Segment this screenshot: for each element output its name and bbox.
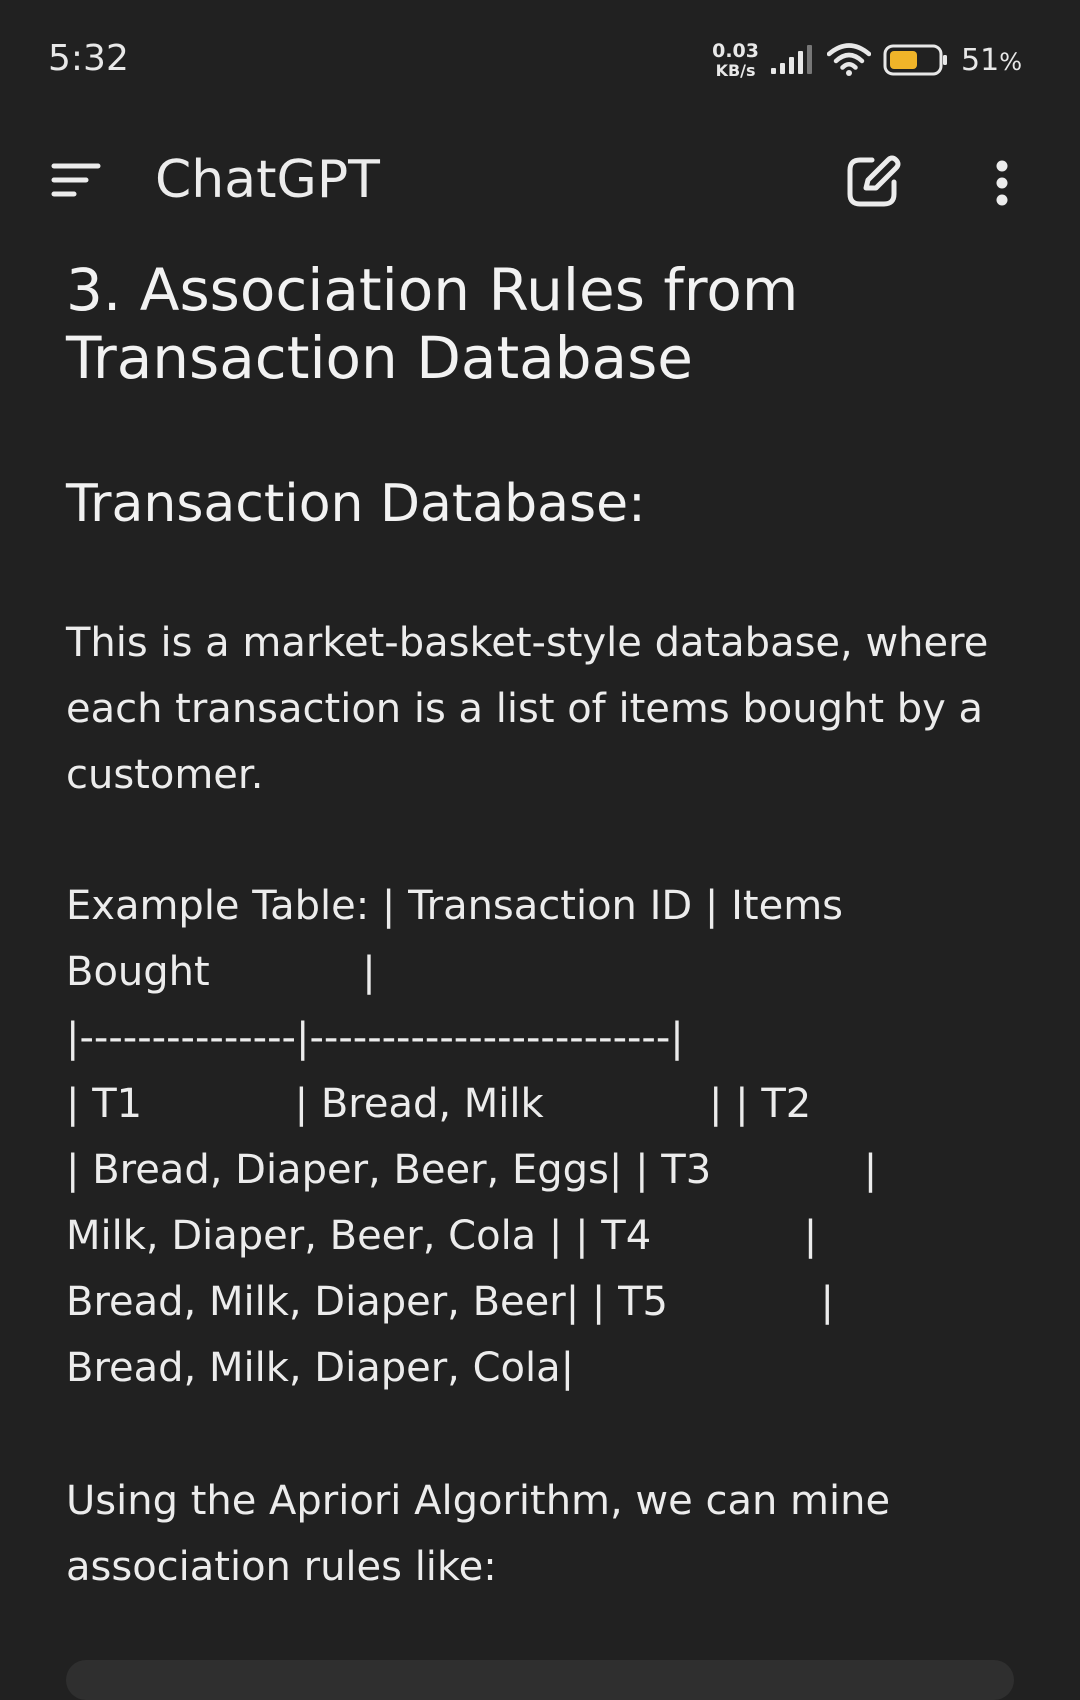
battery-percent-symbol: % (999, 47, 1022, 76)
network-speed-value: 0.03 (712, 39, 759, 62)
status-bar: 5:32 0.03 KB/s 51% (0, 0, 1080, 120)
example-table-text: Example Table: | Transaction ID | Items … (66, 873, 1016, 1401)
battery-icon (883, 44, 947, 76)
battery-percent-value: 51 (961, 42, 1000, 78)
table-line: | T1 | Bread, Milk | | T2 (66, 1081, 812, 1127)
status-icons: 0.03 KB/s 51% (712, 40, 1022, 80)
battery-percent: 51% (961, 43, 1022, 78)
table-line: Bought | (66, 949, 376, 995)
message-paragraph: This is a market-basket-style database, … (66, 620, 989, 798)
table-line: Bread, Milk, Diaper, Cola| (66, 1345, 575, 1391)
app-title: ChatGPT (155, 150, 380, 210)
table-line: Bread, Milk, Diaper, Beer| | T5 | (66, 1279, 835, 1325)
new-chat-icon[interactable] (838, 148, 906, 216)
network-speed: 0.03 KB/s (712, 39, 759, 80)
message-heading: 3. Association Rules from Transaction Da… (66, 256, 799, 392)
assistant-message: 3. Association Rules from Transaction Da… (66, 256, 1026, 1590)
table-line: | Bread, Diaper, Beer, Eggs| | T3 | (66, 1147, 878, 1193)
table-line: Example Table: | Transaction ID | Items (66, 883, 844, 929)
table-line: Milk, Diaper, Beer, Cola | | T4 | (66, 1213, 818, 1259)
code-block (66, 1660, 1014, 1700)
more-vert-icon[interactable] (978, 148, 1026, 216)
message-paragraph: Using the Apriori Algorithm, we can mine… (66, 1478, 891, 1590)
message-subheading: Transaction Database: (66, 474, 646, 534)
menu-icon[interactable] (40, 152, 112, 212)
app-bar: ChatGPT (0, 130, 1080, 234)
network-speed-unit: KB/s (715, 60, 756, 80)
table-line: |---------------|-----------------------… (66, 1015, 684, 1061)
signal-icon (771, 45, 812, 74)
status-time: 5:32 (48, 38, 129, 79)
wifi-icon (827, 43, 871, 76)
